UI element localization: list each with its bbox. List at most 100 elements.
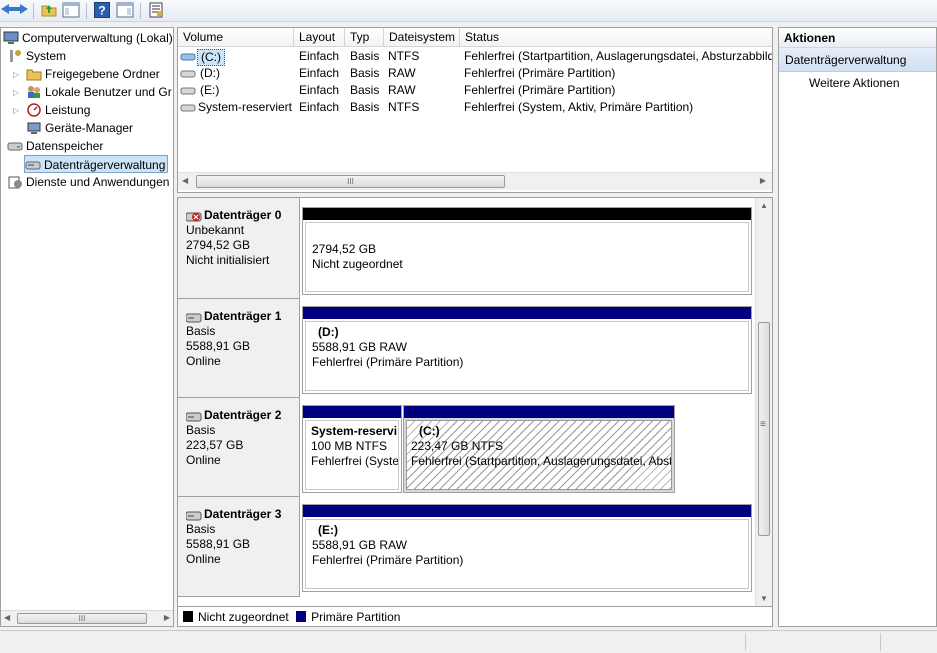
partition-body: 2794,52 GB Nicht zugeordnet xyxy=(305,222,749,292)
legend-label: Primäre Partition xyxy=(311,610,401,624)
scroll-left-icon[interactable]: ◀ xyxy=(182,176,188,185)
svg-text:?: ? xyxy=(98,4,105,18)
disk-info-0[interactable]: Datenträger 0 Unbekannt 2794,52 GB Nicht… xyxy=(178,198,300,299)
scroll-up-icon[interactable]: ▲ xyxy=(760,201,768,210)
disk-type: Basis xyxy=(186,522,216,536)
disk-warning-icon xyxy=(185,211,202,221)
disk-title: Datenträger 1 xyxy=(185,309,299,324)
disk-size: 5588,91 GB xyxy=(186,537,251,551)
actions-section-disk-management[interactable]: Datenträgerverwaltung xyxy=(779,48,936,72)
expand-arrow-icon[interactable]: ▷ xyxy=(13,106,19,115)
column-header-status[interactable]: Status xyxy=(460,28,772,47)
volume-layout: Einfach xyxy=(299,83,340,97)
show-hide-tree-icon[interactable] xyxy=(62,2,80,20)
disk-state: Nicht initialisiert xyxy=(186,253,270,267)
tree-item-device-manager[interactable]: Geräte-Manager xyxy=(26,119,133,137)
disk-info-3[interactable]: Datenträger 3 Basis 5588,91 GB Online xyxy=(178,497,300,597)
services-icon xyxy=(7,175,23,189)
volume-scroll-thumb[interactable]: III xyxy=(196,175,505,188)
graph-scroll-thumb[interactable]: ≡ xyxy=(758,322,770,536)
tree-item-services[interactable]: Dienste und Anwendungen xyxy=(7,173,169,191)
volume-filesystem: RAW xyxy=(388,83,416,97)
tree-item-label: Geräte-Manager xyxy=(45,121,134,135)
partition-body: (D:) 5588,91 GB RAW Fehlerfrei (Primäre … xyxy=(305,321,749,391)
disk-title: Datenträger 2 xyxy=(185,408,299,423)
tree-horizontal-scrollbar[interactable]: ◀ III ▶ xyxy=(1,610,173,626)
more-actions-link[interactable]: Weitere Aktionen xyxy=(779,72,936,94)
table-row[interactable]: (C:) Einfach Basis NTFS Fehlerfrei (Star… xyxy=(178,48,772,66)
volume-layout: Einfach xyxy=(299,49,340,63)
disk-size: 5588,91 GB xyxy=(186,339,251,353)
partition-bar xyxy=(303,406,401,418)
forward-arrow-icon[interactable] xyxy=(11,2,29,20)
tree-item-storage[interactable]: Datenspeicher xyxy=(7,137,103,155)
toolbar: ? xyxy=(0,0,937,22)
show-action-pane-icon[interactable] xyxy=(116,2,134,20)
disk-state: Online xyxy=(186,354,221,368)
disk-name: Datenträger 1 xyxy=(204,309,282,323)
column-header-volume[interactable]: Volume xyxy=(178,28,294,47)
tree-item-label: System xyxy=(26,49,67,63)
expand-arrow-icon[interactable]: ▷ xyxy=(13,70,19,79)
table-row[interactable]: (D:) Einfach Basis RAW Fehlerfrei (Primä… xyxy=(178,65,772,82)
disk-state: Online xyxy=(186,552,221,566)
disk-state: Online xyxy=(186,453,221,467)
tree-item-label: Datenspeicher xyxy=(26,139,104,153)
tree-item-shared-folders[interactable]: Freigegebene Ordner xyxy=(26,65,160,83)
tree-item-label: Dienste und Anwendungen xyxy=(26,175,170,189)
help-icon[interactable]: ? xyxy=(93,2,111,20)
partition-d[interactable]: (D:) 5588,91 GB RAW Fehlerfrei (Primäre … xyxy=(302,306,752,394)
table-row[interactable]: (E:) Einfach Basis RAW Fehlerfrei (Primä… xyxy=(178,82,772,99)
up-folder-icon[interactable] xyxy=(40,2,58,20)
tree-scroll-thumb[interactable]: III xyxy=(17,613,147,624)
scroll-left-icon[interactable]: ◀ xyxy=(4,613,10,622)
expand-arrow-icon[interactable]: ▷ xyxy=(13,88,19,97)
partition-status: Fehlerfrei (Syster xyxy=(311,454,399,468)
storage-icon xyxy=(7,139,23,153)
partition-e[interactable]: (E:) 5588,91 GB RAW Fehlerfrei (Primäre … xyxy=(302,504,752,592)
tree-item-local-users[interactable]: Lokale Benutzer und Gr xyxy=(26,83,172,101)
volume-name: (D:) xyxy=(200,66,220,80)
volume-name: (C:) xyxy=(197,49,225,66)
partition-label: (C:) xyxy=(419,424,440,438)
tree-item-performance[interactable]: Leistung xyxy=(26,101,90,119)
graph-vertical-scrollbar[interactable]: ▲ ≡ ▼ xyxy=(755,198,772,606)
partition-body: (C:) 223,47 GB NTFS Fehlerfrei (Startpar… xyxy=(406,420,672,490)
column-header-type[interactable]: Typ xyxy=(345,28,384,47)
disk-title: Datenträger 3 xyxy=(185,507,299,522)
column-header-layout[interactable]: Layout xyxy=(294,28,345,47)
performance-icon xyxy=(26,103,42,117)
disk-icon xyxy=(185,312,202,322)
disk-info-2[interactable]: Datenträger 2 Basis 223,57 GB Online xyxy=(178,398,300,497)
tree-root-label: Computerverwaltung (Lokal) xyxy=(22,31,173,45)
partition-bar xyxy=(303,505,751,517)
partition-c[interactable]: (C:) 223,47 GB NTFS Fehlerfrei (Startpar… xyxy=(403,405,675,493)
disk-name: Datenträger 3 xyxy=(204,507,282,521)
tree-item-system[interactable]: System xyxy=(7,47,66,65)
disk-title: Datenträger 0 xyxy=(185,208,299,223)
navigation-tree: Computerverwaltung (Lokal) System ▷ Frei… xyxy=(0,27,174,627)
volume-status: Fehlerfrei (Primäre Partition) xyxy=(464,83,616,97)
volume-status: Fehlerfrei (Primäre Partition) xyxy=(464,66,616,80)
scroll-right-icon[interactable]: ▶ xyxy=(164,613,170,622)
volume-filesystem: NTFS xyxy=(388,100,420,114)
system-tools-icon xyxy=(7,49,23,63)
volume-horizontal-scrollbar[interactable]: ◀ III ▶ xyxy=(178,172,772,190)
partition-unallocated[interactable]: 2794,52 GB Nicht zugeordnet xyxy=(302,207,752,295)
column-header-filesystem[interactable]: Dateisystem xyxy=(384,28,460,47)
partition-bar xyxy=(303,307,751,319)
tree-item-disk-management[interactable]: Datenträgerverwaltung xyxy=(24,155,169,173)
partition-label: (D:) xyxy=(318,325,339,339)
legend-item-primary: Primäre Partition xyxy=(296,610,400,624)
partition-size: 223,47 GB NTFS xyxy=(411,439,504,453)
table-row[interactable]: System-reserviert Einfach Basis NTFS Feh… xyxy=(178,99,772,116)
tree-item-root[interactable]: Computerverwaltung (Lokal) xyxy=(3,29,173,47)
disk-info-1[interactable]: Datenträger 1 Basis 5588,91 GB Online xyxy=(178,299,300,398)
disk-name: Datenträger 2 xyxy=(204,408,282,422)
properties-icon[interactable] xyxy=(147,2,165,20)
device-manager-icon xyxy=(26,121,42,135)
partition-system-reserved[interactable]: System-reservi 100 MB NTFS Fehlerfrei (S… xyxy=(302,405,402,493)
partition-status: Fehlerfrei (Primäre Partition) xyxy=(312,553,464,567)
scroll-down-icon[interactable]: ▼ xyxy=(760,594,768,603)
scroll-right-icon[interactable]: ▶ xyxy=(760,176,766,185)
